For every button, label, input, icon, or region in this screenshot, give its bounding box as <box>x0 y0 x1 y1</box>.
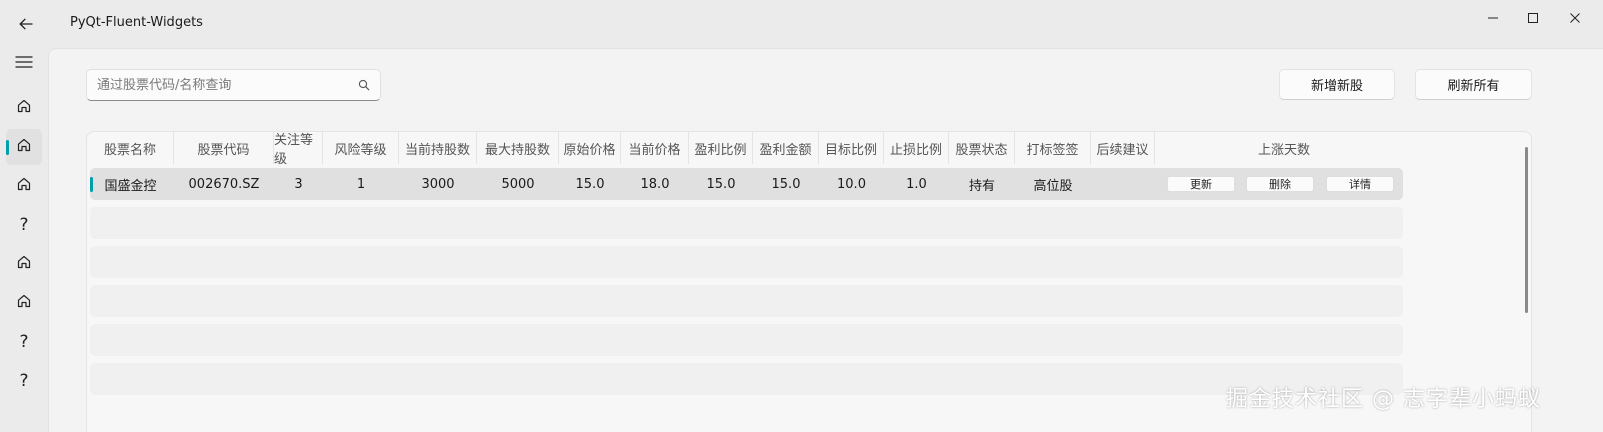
hamburger-menu-icon <box>15 56 33 68</box>
nav-item[interactable]: ? <box>6 363 42 399</box>
nav-item[interactable] <box>6 168 42 204</box>
profit-ratio-cell: 15.0 <box>706 176 736 192</box>
empty-row <box>90 246 1403 278</box>
follow-up-advice-cell <box>1091 168 1155 200</box>
details-button[interactable]: 详情 <box>1326 176 1394 192</box>
current-shares-cell: 3000 <box>421 176 455 192</box>
column-header[interactable]: 后续建议 <box>1091 132 1155 164</box>
column-header[interactable]: 打标签签 <box>1015 132 1091 164</box>
empty-row <box>90 207 1403 239</box>
close-icon <box>1570 13 1580 23</box>
home-icon <box>16 98 32 118</box>
search-icon[interactable] <box>357 78 371 92</box>
column-header[interactable]: 当前持股数 <box>399 132 477 164</box>
column-header[interactable]: 原始价格 <box>559 132 621 164</box>
menu-toggle-button[interactable] <box>6 44 42 80</box>
target-ratio-cell: 10.0 <box>837 176 866 192</box>
back-arrow-icon <box>19 18 33 30</box>
column-header[interactable]: 目标比例 <box>819 132 884 164</box>
table-row[interactable]: 国盛金控 002670.SZ 3 1 3000 5000 15.0 18.0 15.0 15.0 1… <box>90 168 1403 200</box>
nav-item[interactable] <box>6 90 42 126</box>
nav-item[interactable] <box>6 129 42 165</box>
home-icon <box>16 137 32 157</box>
nav-item[interactable] <box>6 285 42 321</box>
minimize-icon <box>1488 17 1498 19</box>
empty-row <box>90 363 1403 395</box>
update-button[interactable]: 更新 <box>1167 176 1235 192</box>
empty-row <box>90 324 1403 356</box>
column-header[interactable]: 股票状态 <box>949 132 1015 164</box>
add-stock-button[interactable]: 新增新股 <box>1279 69 1395 100</box>
nav-item[interactable]: ? <box>6 207 42 243</box>
stock-name-cell: 国盛金控 <box>104 178 157 194</box>
search-input[interactable] <box>97 70 347 100</box>
search-box[interactable] <box>86 69 381 101</box>
watch-level-cell: 3 <box>294 176 303 192</box>
nav-item[interactable]: ? <box>6 324 42 360</box>
column-header[interactable]: 股票代码 <box>174 132 274 164</box>
max-shares-cell: 5000 <box>501 176 535 192</box>
column-header[interactable]: 盈利比例 <box>689 132 753 164</box>
original-price-cell: 15.0 <box>575 176 605 192</box>
watermark: 掘金技术社区 @ 志字辈小蚂蚁 <box>1226 387 1541 412</box>
column-header[interactable]: 当前价格 <box>621 132 689 164</box>
stock-status-cell: 持有 <box>968 178 995 194</box>
window-title: PyQt-Fluent-Widgets <box>70 15 203 30</box>
stock-code-cell: 002670.SZ <box>188 176 260 192</box>
close-button[interactable] <box>1552 0 1598 36</box>
profit-amount-cell: 15.0 <box>771 176 801 192</box>
delete-button[interactable]: 删除 <box>1246 176 1314 192</box>
nav-item[interactable] <box>6 246 42 282</box>
maximize-icon <box>1528 13 1538 23</box>
vertical-scrollbar[interactable] <box>1525 147 1528 313</box>
help-icon: ? <box>19 332 29 352</box>
maximize-button[interactable] <box>1510 0 1556 36</box>
tag-cell: 高位股 <box>1033 178 1073 194</box>
column-header[interactable]: 盈利金额 <box>753 132 819 164</box>
current-price-cell: 18.0 <box>640 176 670 192</box>
title-bar: PyQt-Fluent-Widgets <box>0 0 1603 48</box>
column-header[interactable]: 关注等级 <box>274 132 323 167</box>
refresh-all-button[interactable]: 刷新所有 <box>1415 69 1532 100</box>
home-icon <box>16 176 32 196</box>
risk-level-cell: 1 <box>356 176 366 192</box>
table-header: 股票名称 股票代码 关注等级 风险等级 当前持股数 最大持股数 原始价格 当前价格 盈利比例 盈利… <box>87 132 1531 167</box>
home-icon <box>16 293 32 313</box>
back-button[interactable] <box>8 6 44 42</box>
column-header[interactable]: 上涨天数 <box>1155 132 1413 164</box>
column-header[interactable]: 止损比例 <box>884 132 949 164</box>
column-header[interactable]: 风险等级 <box>323 132 399 164</box>
stop-loss-ratio-cell: 1.0 <box>906 176 927 192</box>
column-header[interactable]: 最大持股数 <box>477 132 559 164</box>
home-icon <box>16 254 32 274</box>
help-icon: ? <box>19 371 29 391</box>
help-icon: ? <box>19 215 29 235</box>
empty-row <box>90 285 1403 317</box>
column-header[interactable]: 股票名称 <box>87 132 174 164</box>
